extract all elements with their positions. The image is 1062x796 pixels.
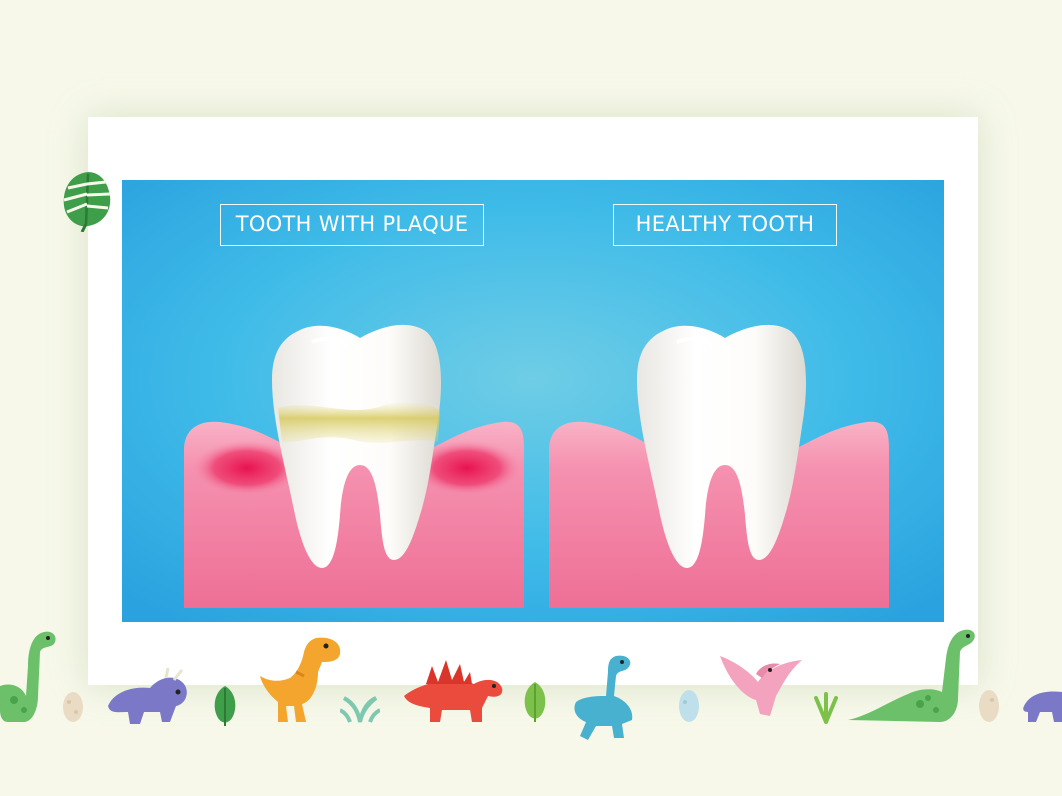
monstera-leaf-icon <box>214 686 236 726</box>
monstera-leaf-icon <box>524 682 546 722</box>
pterodactyl-icon <box>720 656 802 716</box>
brachiosaurus-icon <box>0 631 56 722</box>
plesiosaur-icon <box>574 655 633 740</box>
plaque-tooth-label: TOOTH WITH PLAQUE <box>220 204 484 246</box>
dino-egg-icon <box>979 690 999 722</box>
brachiosaurus-icon <box>848 629 975 722</box>
trex-icon <box>260 637 341 722</box>
stegosaurus-icon <box>404 660 503 722</box>
monstera-leaf-icon <box>63 172 111 232</box>
healthy-tooth-label: HEALTHY TOOTH <box>613 204 837 246</box>
grass-tuft-icon <box>814 692 838 724</box>
dino-egg-icon <box>63 692 83 722</box>
triceratops-icon <box>108 667 187 724</box>
dino-egg-icon <box>679 690 699 722</box>
grass-tuft-icon <box>340 696 380 723</box>
triceratops-icon <box>1023 691 1062 722</box>
tooth-comparison-illustration: TOOTH WITH PLAQUE HEALTHY TOOTH <box>122 180 944 622</box>
